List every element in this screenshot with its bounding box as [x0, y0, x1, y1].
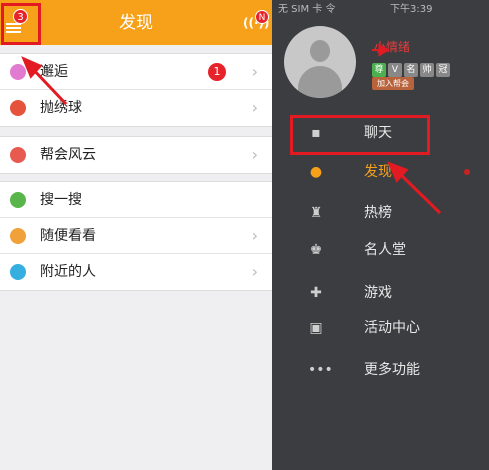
group-icon: [10, 147, 26, 163]
notify-badge: N: [255, 10, 269, 24]
list-item-encounter[interactable]: 邂逅 1 ›: [0, 54, 272, 90]
chevron-right-icon: ›: [251, 98, 258, 117]
nav-item-label: 名人堂: [364, 242, 406, 258]
list-group-1: 邂逅 1 › 抛绣球 ›: [0, 53, 272, 127]
list-item-gang-news[interactable]: 帮会风云 ›: [0, 137, 272, 173]
unread-badge: 1: [208, 63, 226, 81]
location-icon: [10, 264, 26, 280]
nav-item-games[interactable]: ✚ 游戏: [272, 274, 489, 312]
search-icon: [10, 192, 26, 208]
nav-item-label: 活动中心: [364, 320, 420, 336]
avatar-body-icon: [298, 66, 342, 98]
vip-tag: 名: [404, 63, 418, 77]
chevron-right-icon: ›: [251, 226, 258, 245]
list-item-label: 搜一搜: [40, 192, 82, 208]
trophy-icon: ♜: [309, 205, 323, 221]
nav-item-label: 热榜: [364, 205, 392, 221]
avatar[interactable]: [284, 26, 356, 98]
annotation-dot: [464, 169, 470, 175]
list-item-label: 帮会风云: [40, 147, 96, 163]
side-drawer: 无 SIM 卡 令 下午3:39 小情绪 尊V名帅冠 加入帮会 ▪ 聊天 ● 发…: [272, 0, 489, 470]
nav-item-events[interactable]: ▣ 活动中心: [272, 309, 489, 347]
nav-item-label: 更多功能: [364, 362, 420, 378]
carrier-text: 无 SIM 卡 令: [278, 4, 336, 15]
list-group-2: 帮会风云 ›: [0, 136, 272, 174]
location-pin-icon: ●: [309, 164, 323, 180]
vip-tags: 尊V名帅冠: [372, 57, 452, 77]
chevron-right-icon: ›: [251, 262, 258, 281]
join-gang-button[interactable]: 加入帮会: [372, 77, 414, 90]
chevron-right-icon: ›: [251, 145, 258, 164]
avatar-head-icon: [310, 40, 330, 62]
discover-screen: 发现 3 ((·)) N 邂逅 1 › 抛绣球 › 帮会风云 › 搜一搜 随便看…: [0, 0, 272, 470]
list-group-3: 搜一搜 随便看看 › 附近的人 ›: [0, 181, 272, 291]
list-item-throw-ball[interactable]: 抛绣球 ›: [0, 90, 272, 126]
nav-item-label: 游戏: [364, 285, 392, 301]
list-item-label: 邂逅: [40, 64, 68, 80]
chevron-right-icon: ›: [251, 62, 258, 81]
vip-tag: V: [388, 63, 402, 77]
list-item-label: 随便看看: [40, 228, 96, 244]
flower-icon: [10, 64, 26, 80]
crown-icon: ♚: [309, 242, 323, 258]
pin-icon: [10, 228, 26, 244]
gamepad-icon: ✚: [310, 285, 322, 301]
annotation-box-menu: [1, 3, 41, 45]
nickname[interactable]: 小情绪: [374, 38, 410, 55]
nav-item-hot-list[interactable]: ♜ 热榜: [272, 194, 489, 232]
list-item-nearby[interactable]: 附近的人 ›: [0, 254, 272, 290]
ball-icon: [10, 100, 26, 116]
vip-tag: 帅: [420, 63, 434, 77]
list-item-label: 抛绣球: [40, 100, 82, 116]
nav-item-label: 发现: [364, 164, 392, 180]
nav-item-more[interactable]: ••• 更多功能: [272, 351, 489, 389]
status-bar: 无 SIM 卡 令 下午3:39: [272, 0, 489, 18]
list-item-browse[interactable]: 随便看看 ›: [0, 218, 272, 254]
status-time: 下午3:39: [390, 4, 433, 15]
nav-item-hall-of-fame[interactable]: ♚ 名人堂: [272, 231, 489, 269]
gift-icon: ▣: [309, 320, 323, 336]
list-item-label: 附近的人: [40, 264, 96, 280]
more-icon: •••: [308, 362, 333, 378]
vip-tag: 尊: [372, 63, 386, 77]
list-item-search[interactable]: 搜一搜: [0, 182, 272, 218]
annotation-box-chat: [290, 115, 430, 155]
nav-item-discover[interactable]: ● 发现: [272, 153, 489, 191]
vip-tag: 冠: [436, 63, 450, 77]
